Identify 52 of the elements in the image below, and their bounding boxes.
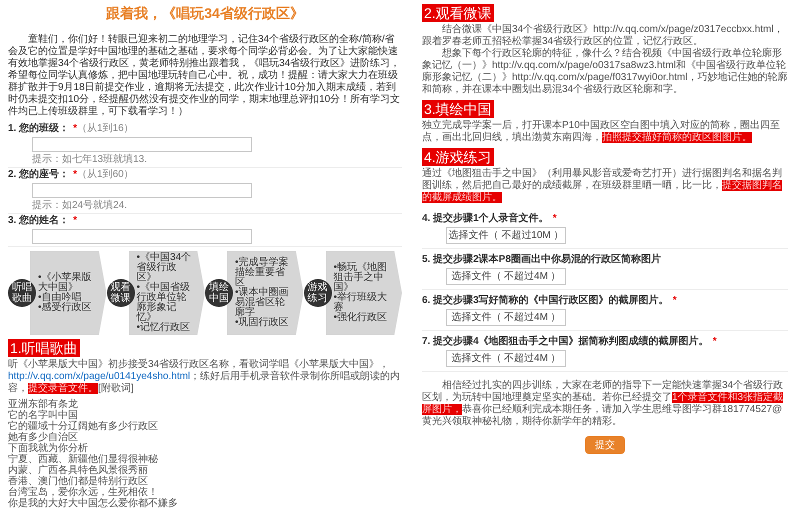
step-bullet: •课本中圈画易混省区轮廓字 <box>235 288 290 318</box>
section-heading: 3.填绘中国 <box>422 100 494 118</box>
step-bullet: •《中国省级行政单位轮廓形象记忆》 <box>136 283 192 323</box>
step-bullet: •强化行政区 <box>334 313 388 323</box>
video-link[interactable]: http://v.qq.com/x/page/u0141ye4sho.html <box>8 371 190 382</box>
question-label: 3. 您的姓名： * <box>8 214 78 227</box>
intro-text: 童鞋们，你们好！转眼已迎来初二的地理学习，记住34个省级行政区的全称/简称/省会及它的位置是学好中国地理的基础之基础，要求每个同学必背必会。为了让大家能快速有效地掌握34个省级行政区，黄老师特别推出跟着我，《唱玩34省级行政区》进阶练习，希望每位同学认真修炼，把中国地理玩转自己心中。祝，成功！提醒：请大家大力在班级群扩散并于9月18日前提交作业，逾期将无法提交，此次作业计10分加入期末成绩，若到时仍未提交扣10分，经提醒仍然没有提交作业的同学，期末地理总评扣10分！所有学习文件均已上传班级群里，可下载看学习！） <box>8 34 402 118</box>
paragraph-text: 通过《地图狙击手之中国》（利用暴风影音或爱奇艺打开）进行据图判名和据名判图训练，然后把自己最好的成绩截屏，在班级群里晒一晒，比一比，提交据图判名的截屏成绩图片。 <box>422 168 783 204</box>
page-title: 跟着我，《唱玩34省级行政区》 <box>105 4 305 22</box>
lyric-line: 它的疆域十分辽阔她有多少行政区 <box>8 421 159 432</box>
answer-field[interactable] <box>32 137 252 152</box>
hint-text: 提示：如七年13班就填13. <box>32 154 148 165</box>
question-label: 6. 提交步骤3写好简称的《中国行政区图》的截屏图片。 * <box>422 294 678 307</box>
paragraph-text: 结合微课《中国34个省级行政区》http://v.qq.com/x/page/z0317eccbxx.html，跟着罗春老师五招轻松掌握34省级行政区的位置，记忆行政区。 <box>422 24 785 48</box>
paragraph-text: 相信经过扎实的四步训练，大家在老师的指导下一定能快速掌握34个省级行政区划，为玩转中国地理奠定坚实的基础。若你已经提交了1个录音文件和3张指定截屏图片，恭喜你已经顺利完成本期任务，请加入学生思维导图学习群181774527@黄光兴领取神秘礼物，期待你新学年的精彩。 <box>422 380 784 428</box>
step-bullet: •《中国34个省级行政区》 <box>136 253 192 283</box>
paragraph-text: 听《小苹果版大中国》初步接受34省级行政区名称，看歌词学唱《小苹果版大中国》， http://v.qq.com/x/page/u0141ye4sho.html；练好后用手机录音软件录制你所唱或朗读的内容，提交录音文件。[附歌词] <box>8 359 402 395</box>
question-label: 4. 提交步骤1个人录音文件。 * <box>422 212 558 225</box>
step-bullet: 描绘重要省区 <box>235 268 285 288</box>
question-label: 5. 提交步骤2课本P8圈画出中你易混的行政区简称图片 <box>422 253 662 266</box>
lyric-line: 它的名字叫中国 <box>8 410 79 421</box>
step-bullet: •记忆行政区 <box>136 323 192 333</box>
choose-file-button[interactable]: 选择文件（ 不超过4M ） <box>446 350 566 367</box>
choose-file-button[interactable]: 选择文件（ 不超过4M ） <box>446 268 566 285</box>
step-bullet: •自由吟唱 <box>38 293 82 303</box>
lyric-line: 她有多少自治区 <box>8 432 78 443</box>
lyric-line: 亚洲东部有条龙 <box>8 399 79 410</box>
paragraph-text: 独立完成导学案一后，打开课本P10中国政区空白图中填入对应的简称，圈出四至点，画出北回归线，填出渤黄东南四海，拍照提交描好简称的政区图图片。 <box>422 120 781 144</box>
paragraph-text: 想象下每个行政区轮廓的特征，像什么？结合视频《中国省级行政单位轮廓形象记忆（一）》http://v.qq.com/x/page/o0317sa8wz3.html和《中国省级行政单位轮廓形象记忆（二）》http://v.qq.com/x/page/f0317wyi0or.html，巧妙地记住她的轮廓和简称，并在课本中圈划出易混34个省级行政区轮廓和字。 <box>422 48 788 96</box>
section-heading: 1.听唱歌曲 <box>8 339 80 357</box>
step-bullet: •举行班级大赛 <box>334 293 388 313</box>
lyric-line: 台湾宝岛，爱你永远，生死相依！ <box>8 487 159 498</box>
step-bullet: •感受行政区 <box>38 303 93 313</box>
lyric-line: 宁夏、西藏、新疆他们显得很神秘 <box>8 454 159 465</box>
lyric-line: 下面我就为你分析 <box>8 443 89 454</box>
lyric-line: 香港、澳门他们都是特别行政区 <box>8 476 149 487</box>
lyric-line: 你是我的大好大中国怎么爱你都不嫌多 <box>8 498 179 509</box>
step-bullet: •《小苹果版大中国》 <box>38 273 93 293</box>
question-label: 2. 您的座号： *（从1到60） <box>8 168 135 181</box>
question-label: 1. 您的班级： *（从1到16） <box>8 122 135 135</box>
choose-file-button[interactable]: 选择文件（ 不超过10M ） <box>446 227 566 244</box>
section-heading: 2.观看微课 <box>422 4 494 22</box>
question-label: 7. 提交步骤4《地图狙击手之中国》据简称判图成绩的截屏图片。 * <box>422 335 718 348</box>
hint-text: 提示：如24号就填24. <box>32 200 128 211</box>
lyric-line: 内蒙、广西各具特色风景很秀丽 <box>8 465 149 476</box>
step-bullet: •完成导学案 <box>235 258 290 268</box>
answer-field[interactable] <box>32 183 252 198</box>
step-bullet: •畅玩《地图狙击手之中国》 <box>334 263 388 293</box>
section-heading: 4.游戏练习 <box>422 148 494 166</box>
choose-file-button[interactable]: 选择文件（ 不超过4M ） <box>446 309 566 326</box>
answer-field[interactable] <box>32 229 252 244</box>
step-bullet: •巩固行政区 <box>235 318 290 328</box>
